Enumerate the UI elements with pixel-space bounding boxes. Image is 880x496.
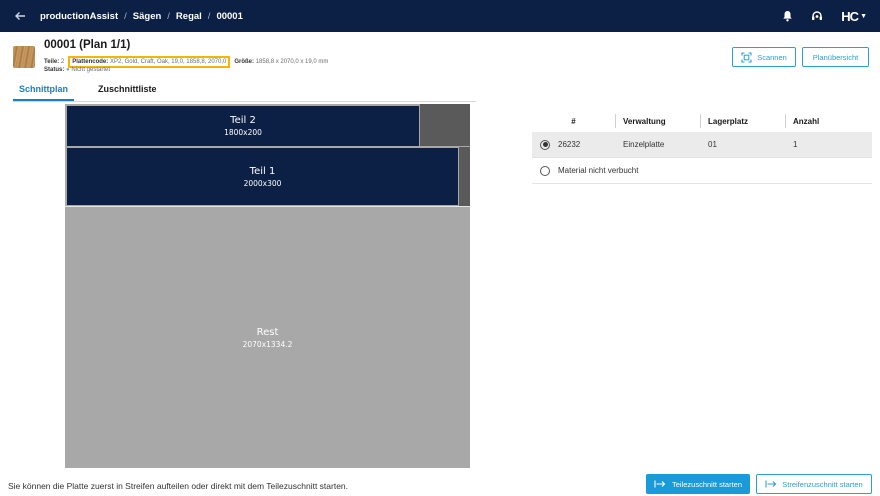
status-line: Status: ● Nicht gestartet [44,67,110,73]
no-booking-label: Material nicht verbucht [558,166,639,175]
piece-teil-2[interactable]: Teil 2 1800x200 [67,106,419,146]
piece-name: Teil 1 [249,165,276,177]
col-header-verwaltung: Verwaltung [615,114,700,128]
bell-icon[interactable] [782,10,793,22]
waste-area [420,104,470,146]
user-menu-logo[interactable]: HC ▼ [841,9,867,24]
status-dot-icon: ● [66,67,70,73]
table-row[interactable]: 26232 Einzelplatte 01 1 [532,132,872,158]
table-header: # Verwaltung Lagerplatz Anzahl [532,110,872,132]
breadcrumb: productionAssist / Sägen / Regal / 00001 [40,10,243,22]
material-table: # Verwaltung Lagerplatz Anzahl 26232 Ein… [532,110,872,184]
tab-schnittplan[interactable]: Schnittplan [13,82,74,101]
piece-name: Teil 2 [230,115,256,126]
row-radio-selected[interactable] [540,139,550,150]
col-header-anzahl: Anzahl [785,114,872,128]
headset-support-icon[interactable] [811,10,823,22]
cell-anzahl: 1 [793,140,798,149]
breadcrumb-item-current: 00001 [216,10,243,22]
list-item-no-booking[interactable]: Material nicht verbucht [532,158,872,184]
piece-dims: 2070x1334.2 [242,339,293,349]
waste-area [459,147,470,206]
cutting-plan-board: Teil 2 1800x200 Teil 1 2000x300 Rest 207… [65,104,470,468]
plan-overview-button[interactable]: Planübersicht [802,47,869,67]
footer-hint: Sie können die Platte zuerst in Streifen… [8,481,349,491]
cell-verwaltung: Einzelplatte [623,140,665,149]
breadcrumb-item-saegen[interactable]: Sägen [133,11,162,22]
cell-id: 26232 [558,140,581,149]
top-bar: productionAssist / Sägen / Regal / 00001… [0,0,880,32]
back-arrow-icon[interactable] [0,0,40,32]
piece-dims: 2000x300 [243,178,282,188]
chevron-down-icon: ▼ [860,12,867,20]
scan-icon [741,51,752,63]
material-thumbnail [13,46,35,68]
piece-teil-1[interactable]: Teil 1 2000x300 [67,148,458,205]
teile-value: 2 [60,59,65,65]
scan-button[interactable]: Scannen [732,47,796,67]
cell-lagerplatz: 01 [708,140,717,149]
piece-rest: Rest 2070x1334.2 [65,207,470,468]
piece-name: Rest [256,326,279,338]
status-value: Nicht gestartet [71,67,110,73]
col-header-id: # [571,116,576,126]
row-radio[interactable] [540,165,550,176]
start-part-cutting-button[interactable]: Teilezuschnitt starten [646,474,750,494]
arrow-to-bar-icon [765,480,777,488]
plattencode-value: XP2, Gold, Craft, Oak, 19,0, 1858,8, 207… [109,59,227,65]
app-name[interactable]: productionAssist [40,11,118,22]
breadcrumb-item-regal[interactable]: Regal [176,11,202,22]
piece-dims: 1800x200 [224,128,262,137]
tab-divider [13,101,476,102]
start-strip-cutting-button[interactable]: Streifenzuschnitt starten [756,474,872,494]
tab-zuschnittliste[interactable]: Zuschnittliste [92,82,163,101]
arrow-to-bar-icon [654,480,666,488]
page-title: 00001 (Plan 1/1) [44,39,131,51]
col-header-lagerplatz: Lagerplatz [700,114,785,128]
tab-bar: Schnittplan Zuschnittliste [13,82,163,101]
groesse-value: 1858,8 x 2070,0 x 19,0 mm [255,59,329,65]
